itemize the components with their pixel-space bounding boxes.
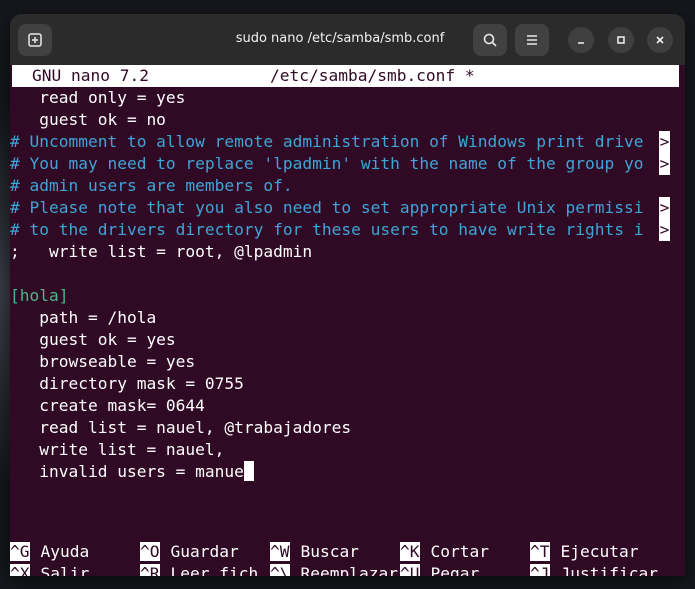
shortcut-key: ^R bbox=[140, 564, 160, 576]
editor-line[interactable]: read only = yes bbox=[10, 87, 185, 109]
editor-line[interactable]: # Uncomment to allow remote administrati… bbox=[10, 131, 643, 153]
editor-line[interactable]: # Please note that you also need to set … bbox=[10, 197, 643, 219]
editor-line-text: guest ok = no bbox=[10, 110, 166, 129]
editor-line[interactable]: # to the drivers directory for these use… bbox=[10, 219, 643, 241]
shortcut-key: ^K bbox=[400, 542, 420, 561]
editor-line-text: directory mask = 0755 bbox=[10, 374, 244, 393]
shortcut-item: ^O Guardar bbox=[140, 541, 239, 563]
shortcut-label: Leer fich. bbox=[170, 564, 268, 576]
hamburger-menu-icon bbox=[527, 35, 537, 45]
shortcut-item: ^T Ejecutar bbox=[530, 541, 638, 563]
shortcut-label: Reemplazar bbox=[300, 564, 398, 576]
editor-line[interactable]: # You may need to replace 'lpadmin' with… bbox=[10, 153, 643, 175]
text-cursor bbox=[243, 461, 254, 481]
shortcut-label: Ayuda bbox=[40, 542, 90, 561]
editor-line-text: # admin users are members of. bbox=[10, 176, 293, 195]
menu-button[interactable] bbox=[515, 24, 549, 56]
editor-line-text: # Uncomment to allow remote administrati… bbox=[10, 132, 644, 151]
shortcut-item: ^U Pegar bbox=[400, 563, 479, 576]
editor-line-text: write list = nauel, bbox=[10, 440, 225, 459]
shortcut-item: ^\ Reemplazar bbox=[270, 563, 398, 576]
search-icon bbox=[483, 33, 497, 47]
editor-line[interactable]: [hola] bbox=[10, 285, 68, 307]
title-bar[interactable]: sudo nano /etc/samba/smb.conf bbox=[10, 14, 685, 65]
shortcut-label: Pegar bbox=[430, 564, 480, 576]
shortcut-item: ^G Ayuda bbox=[10, 541, 89, 563]
shortcut-label: Salir bbox=[40, 564, 90, 576]
new-tab-button[interactable] bbox=[18, 24, 52, 56]
shortcut-item: ^W Buscar bbox=[270, 541, 359, 563]
editor-line-text: browseable = yes bbox=[10, 352, 196, 371]
new-tab-icon bbox=[28, 33, 42, 47]
line-overflow-marker: > bbox=[659, 153, 670, 175]
editor-line[interactable]: ; write list = root, @lpadmin bbox=[10, 241, 312, 263]
editor-line[interactable]: guest ok = yes bbox=[10, 329, 176, 351]
shortcut-key: ^O bbox=[140, 542, 160, 561]
line-overflow-marker: > bbox=[659, 197, 670, 219]
shortcut-item: ^J Justificar bbox=[530, 563, 658, 576]
shortcut-label: Buscar bbox=[300, 542, 359, 561]
editor-line-text: read only = yes bbox=[10, 88, 186, 107]
editor-line-text: read list = nauel, @trabajadores bbox=[10, 418, 352, 437]
close-button[interactable] bbox=[647, 27, 673, 53]
editor-line-text: create mask= 0644 bbox=[10, 396, 205, 415]
shortcut-key: ^X bbox=[10, 564, 30, 576]
shortcut-label: Justificar bbox=[560, 564, 658, 576]
editor-line[interactable]: read list = nauel, @trabajadores bbox=[10, 417, 351, 439]
terminal-window: sudo nano /etc/samba/smb.conf GNU nano 7… bbox=[10, 14, 685, 576]
nano-filename: /etc/samba/smb.conf * bbox=[270, 66, 475, 85]
maximize-button[interactable] bbox=[608, 27, 634, 53]
line-overflow-marker: > bbox=[659, 219, 670, 241]
shortcut-key: ^U bbox=[400, 564, 420, 576]
search-button[interactable] bbox=[473, 24, 507, 56]
shortcut-item: ^X Salir bbox=[10, 563, 89, 576]
shortcut-label: Guardar bbox=[170, 542, 239, 561]
shortcut-item: ^K Cortar bbox=[400, 541, 489, 563]
editor-line-text: path = /hola bbox=[10, 308, 157, 327]
editor-line-text: # Please note that you also need to set … bbox=[10, 198, 644, 217]
editor-line[interactable]: create mask= 0644 bbox=[10, 395, 205, 417]
shortcut-item: ^R Leer fich. bbox=[140, 563, 268, 576]
editor-line-text: [hola] bbox=[10, 286, 69, 305]
shortcut-label: Cortar bbox=[430, 542, 489, 561]
editor-line-text: invalid users = manue bbox=[10, 462, 244, 481]
minimize-icon bbox=[578, 42, 584, 44]
terminal-area[interactable]: GNU nano 7.2 /etc/samba/smb.conf * read … bbox=[10, 65, 685, 576]
maximize-icon bbox=[617, 36, 625, 44]
nano-version: GNU nano 7.2 bbox=[32, 66, 149, 85]
shortcut-key: ^W bbox=[270, 542, 290, 561]
editor-line[interactable]: path = /hola bbox=[10, 307, 156, 329]
window-title: sudo nano /etc/samba/smb.conf bbox=[235, 31, 445, 46]
editor-line[interactable]: invalid users = manue bbox=[10, 461, 254, 483]
shortcut-key: ^G bbox=[10, 542, 30, 561]
close-icon bbox=[656, 36, 664, 44]
editor-line[interactable]: browseable = yes bbox=[10, 351, 195, 373]
nano-header-bar: GNU nano 7.2 /etc/samba/smb.conf * bbox=[12, 65, 679, 87]
editor-line[interactable]: write list = nauel, bbox=[10, 439, 224, 461]
editor-line[interactable]: directory mask = 0755 bbox=[10, 373, 244, 395]
minimize-button[interactable] bbox=[568, 27, 594, 53]
shortcut-key: ^J bbox=[530, 564, 550, 576]
editor-line-text: # You may need to replace 'lpadmin' with… bbox=[10, 154, 644, 173]
shortcut-label: Ejecutar bbox=[560, 542, 639, 561]
shortcut-key: ^\ bbox=[270, 564, 290, 576]
editor-line-text: ; write list = root, @lpadmin bbox=[10, 242, 313, 261]
line-overflow-marker: > bbox=[659, 131, 670, 153]
shortcut-key: ^T bbox=[530, 542, 550, 561]
editor-line-text: # to the drivers directory for these use… bbox=[10, 220, 644, 239]
editor-line[interactable]: # admin users are members of. bbox=[10, 175, 293, 197]
editor-line[interactable]: guest ok = no bbox=[10, 109, 166, 131]
editor-line-text: guest ok = yes bbox=[10, 330, 176, 349]
